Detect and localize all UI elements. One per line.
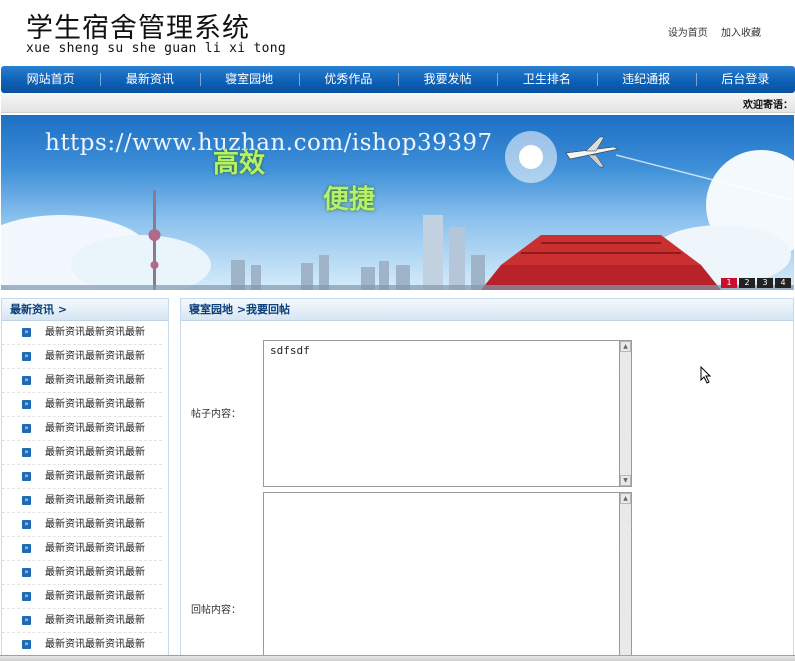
nav-item-works[interactable]: 优秀作品: [298, 66, 398, 93]
arrow-bullet-icon: »: [22, 568, 31, 577]
scroll-up-arrow-icon[interactable]: ▲: [620, 493, 631, 504]
arrow-bullet-icon: »: [22, 616, 31, 625]
breadcrumb: 寝室园地 >我要回帖: [181, 299, 793, 321]
slide-dot-4[interactable]: 4: [775, 278, 791, 288]
news-list-item[interactable]: » 最新资讯最新资讯最新: [2, 393, 162, 417]
nav-item-home[interactable]: 网站首页: [1, 66, 100, 93]
news-list-item[interactable]: » 最新资讯最新资讯最新: [2, 513, 162, 537]
airplane: [565, 136, 619, 168]
welcome-bar: 欢迎寄语：: [1, 93, 795, 113]
nav-item-dorm-garden[interactable]: 寝室园地: [199, 66, 299, 93]
news-item-label: 最新资讯最新资讯最新: [45, 542, 145, 554]
news-item-label: 最新资讯最新资讯最新: [45, 374, 145, 386]
news-list-item[interactable]: » 最新资讯最新资讯最新: [2, 489, 162, 513]
news-list-item[interactable]: » 最新资讯最新资讯最新: [2, 345, 162, 369]
bottom-toolbar: [0, 655, 795, 661]
news-item-label: 最新资讯最新资讯最新: [45, 350, 145, 362]
news-list-item[interactable]: » 最新资讯最新资讯最新: [2, 561, 162, 585]
reply-content-label: 回帖内容：: [191, 605, 241, 616]
slide-dot-3[interactable]: 3: [757, 278, 773, 288]
sidebar-news: 最新资讯 > » 最新资讯最新资讯最新 » 最新资讯最新资讯最新 » 最新资讯最新资讯最新…: [1, 298, 169, 661]
site-pinyin: xue sheng su she guan li xi tong: [26, 41, 287, 56]
arrow-bullet-icon: »: [22, 592, 31, 601]
welcome-text: 欢迎寄语：: [743, 100, 793, 111]
post-content-box: sdfsdf: [263, 340, 621, 487]
news-list-item[interactable]: » 最新资讯最新资讯最新: [2, 441, 162, 465]
main-panel: 寝室园地 >我要回帖 帖子内容： sdfsdf ▲ ▼ 回帖内容： ▲: [180, 298, 794, 661]
post-content-scrollbar[interactable]: ▲ ▼: [619, 340, 632, 487]
news-item-label: 最新资讯最新资讯最新: [45, 590, 145, 602]
news-list-item[interactable]: » 最新资讯最新资讯最新: [2, 585, 162, 609]
main-nav: 网站首页 最新资讯 寝室园地 优秀作品 我要发帖 卫生排名 违纪通报 后台登录: [1, 66, 795, 93]
news-list-item[interactable]: » 最新资讯最新资讯最新: [2, 369, 162, 393]
arrow-bullet-icon: »: [22, 424, 31, 433]
arrow-bullet-icon: »: [22, 352, 31, 361]
nav-item-news[interactable]: 最新资讯: [100, 66, 199, 93]
nav-item-violations[interactable]: 违纪通报: [596, 66, 696, 93]
news-item-label: 最新资讯最新资讯最新: [45, 518, 145, 530]
news-item-label: 最新资讯最新资讯最新: [45, 470, 145, 482]
nav-item-hygiene-ranking[interactable]: 卫生排名: [497, 66, 596, 93]
arrow-bullet-icon: »: [22, 472, 31, 481]
scroll-up-arrow-icon[interactable]: ▲: [620, 341, 631, 352]
reply-content-scrollbar[interactable]: ▲: [619, 492, 632, 661]
banner-watermark: https://www.huzhan.com/ishop39397: [45, 130, 493, 156]
ground: [1, 285, 794, 290]
add-favorite-link[interactable]: 加入收藏: [721, 28, 761, 39]
news-item-label: 最新资讯最新资讯最新: [45, 326, 145, 338]
scroll-down-arrow-icon[interactable]: ▼: [620, 475, 631, 486]
arrow-bullet-icon: »: [22, 496, 31, 505]
arrow-bullet-icon: »: [22, 640, 31, 649]
banner-slogan-convenient: 便捷: [323, 185, 376, 215]
reply-content-textarea[interactable]: [264, 493, 621, 661]
site-title: 学生宿舍管理系统: [26, 13, 250, 44]
news-item-label: 最新资讯最新资讯最新: [45, 398, 145, 410]
slide-dot-1[interactable]: 1: [721, 278, 737, 288]
banner-slide-switcher: 1 2 3 4: [721, 278, 791, 288]
news-list-item[interactable]: » 最新资讯最新资讯最新: [2, 321, 162, 345]
arrow-bullet-icon: »: [22, 544, 31, 553]
nav-item-admin-login[interactable]: 后台登录: [695, 66, 795, 93]
news-item-label: 最新资讯最新资讯最新: [45, 446, 145, 458]
news-list-item[interactable]: » 最新资讯最新资讯最新: [2, 609, 162, 633]
arrow-bullet-icon: »: [22, 448, 31, 457]
header-links: 设为首页 加入收藏: [658, 24, 761, 39]
mouse-cursor-icon: [700, 366, 712, 384]
news-item-label: 最新资讯最新资讯最新: [45, 494, 145, 506]
news-list-item[interactable]: » 最新资讯最新资讯最新: [2, 633, 162, 657]
post-content-label: 帖子内容：: [191, 409, 241, 420]
nav-item-post[interactable]: 我要发帖: [398, 66, 497, 93]
header: 学生宿舍管理系统 xue sheng su she guan li xi ton…: [0, 0, 795, 66]
arrow-bullet-icon: »: [22, 520, 31, 529]
sun: [519, 145, 543, 169]
news-list-item[interactable]: » 最新资讯最新资讯最新: [2, 417, 162, 441]
news-list-item[interactable]: » 最新资讯最新资讯最新: [2, 537, 162, 561]
news-list: » 最新资讯最新资讯最新 » 最新资讯最新资讯最新 » 最新资讯最新资讯最新 » 最新资讯最新…: [2, 321, 168, 657]
news-list-item[interactable]: » 最新资讯最新资讯最新: [2, 465, 162, 489]
post-content-textarea[interactable]: sdfsdf: [264, 341, 621, 486]
arrow-bullet-icon: »: [22, 328, 31, 337]
news-item-label: 最新资讯最新资讯最新: [45, 638, 145, 650]
city-skyline: [231, 215, 485, 290]
banner: https://www.huzhan.com/ishop39397 高效 便捷 …: [1, 115, 794, 290]
slide-dot-2[interactable]: 2: [739, 278, 755, 288]
arrow-bullet-icon: »: [22, 400, 31, 409]
news-item-label: 最新资讯最新资讯最新: [45, 614, 145, 626]
banner-slogan-efficient: 高效: [213, 149, 266, 179]
sidebar-title[interactable]: 最新资讯 >: [2, 299, 168, 321]
set-homepage-link[interactable]: 设为首页: [668, 28, 708, 39]
arrow-bullet-icon: »: [22, 376, 31, 385]
reply-content-box: [263, 492, 621, 661]
news-item-label: 最新资讯最新资讯最新: [45, 566, 145, 578]
news-item-label: 最新资讯最新资讯最新: [45, 422, 145, 434]
